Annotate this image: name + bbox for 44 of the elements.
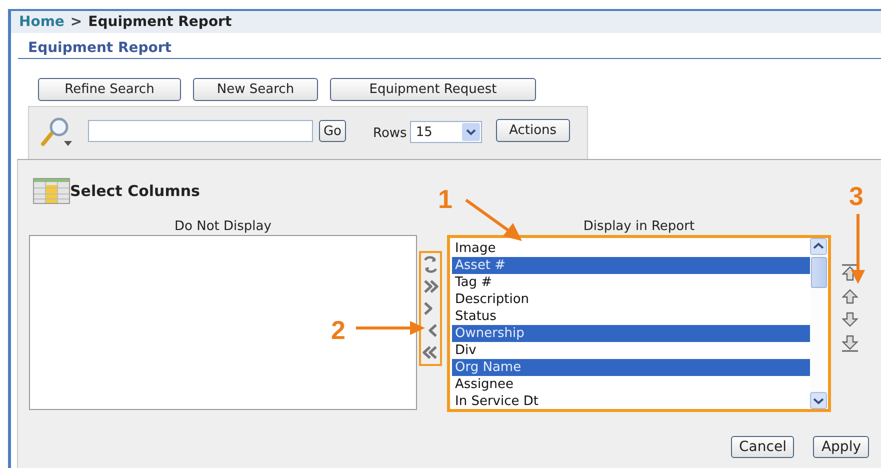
page-title: Equipment Report xyxy=(18,37,881,59)
toolbar-button[interactable]: New Search xyxy=(193,78,318,101)
toolbar-button[interactable]: Refine Search xyxy=(38,78,181,101)
list-item[interactable]: Org Name xyxy=(452,359,810,376)
reset-icon[interactable] xyxy=(421,254,440,274)
scroll-up-button[interactable] xyxy=(810,238,827,255)
report-columns-list[interactable]: Image Asset # Tag # Description Status Ownership Div Org Name Assignee In Service Dt xyxy=(447,235,831,412)
move-up-icon[interactable] xyxy=(840,287,860,306)
callout-arrow xyxy=(356,321,425,335)
breadcrumb-current: Equipment Report xyxy=(88,14,232,30)
callout-number: 3 xyxy=(849,183,864,209)
rows-label: Rows xyxy=(373,126,407,141)
search-icon[interactable] xyxy=(40,117,74,149)
callout-arrow xyxy=(851,214,865,284)
dialog-button[interactable]: Apply xyxy=(813,436,869,458)
list-item[interactable]: In Service Dt xyxy=(452,393,810,410)
scroll-down-button[interactable] xyxy=(810,392,827,409)
list-item[interactable]: Assignee xyxy=(452,376,810,393)
rows-select[interactable]: 15 xyxy=(410,121,482,143)
dialog-button[interactable]: Cancel xyxy=(731,436,794,458)
list-heading: Display in Report xyxy=(582,218,696,235)
breadcrumb-separator: > xyxy=(70,14,82,30)
hidden-columns-list[interactable] xyxy=(29,235,417,410)
list-item[interactable]: Image xyxy=(452,240,810,257)
list-item[interactable]: Ownership xyxy=(452,325,810,342)
list-item[interactable]: Description xyxy=(452,291,810,308)
list-item[interactable]: Status xyxy=(452,308,810,325)
list-item[interactable]: Div xyxy=(452,342,810,359)
home-link[interactable]: Home xyxy=(19,14,64,30)
section-title: Select Columns xyxy=(70,182,200,200)
actions-button[interactable]: Actions xyxy=(496,119,570,142)
scrollbar-thumb[interactable] xyxy=(811,257,827,288)
list-item[interactable]: Tag # xyxy=(452,274,810,291)
move-bottom-icon[interactable] xyxy=(840,333,860,352)
list-item[interactable]: Asset # xyxy=(452,257,810,274)
callout-number: 2 xyxy=(331,317,346,343)
go-button[interactable]: Go xyxy=(319,120,346,142)
toolbar-button[interactable]: Equipment Request xyxy=(330,78,536,101)
callout-number: 1 xyxy=(438,186,452,212)
move-down-icon[interactable] xyxy=(840,310,860,329)
list-heading: Do Not Display xyxy=(174,218,272,235)
callout-arrow xyxy=(465,198,522,241)
search-field[interactable] xyxy=(88,120,313,142)
table-icon xyxy=(33,178,70,204)
